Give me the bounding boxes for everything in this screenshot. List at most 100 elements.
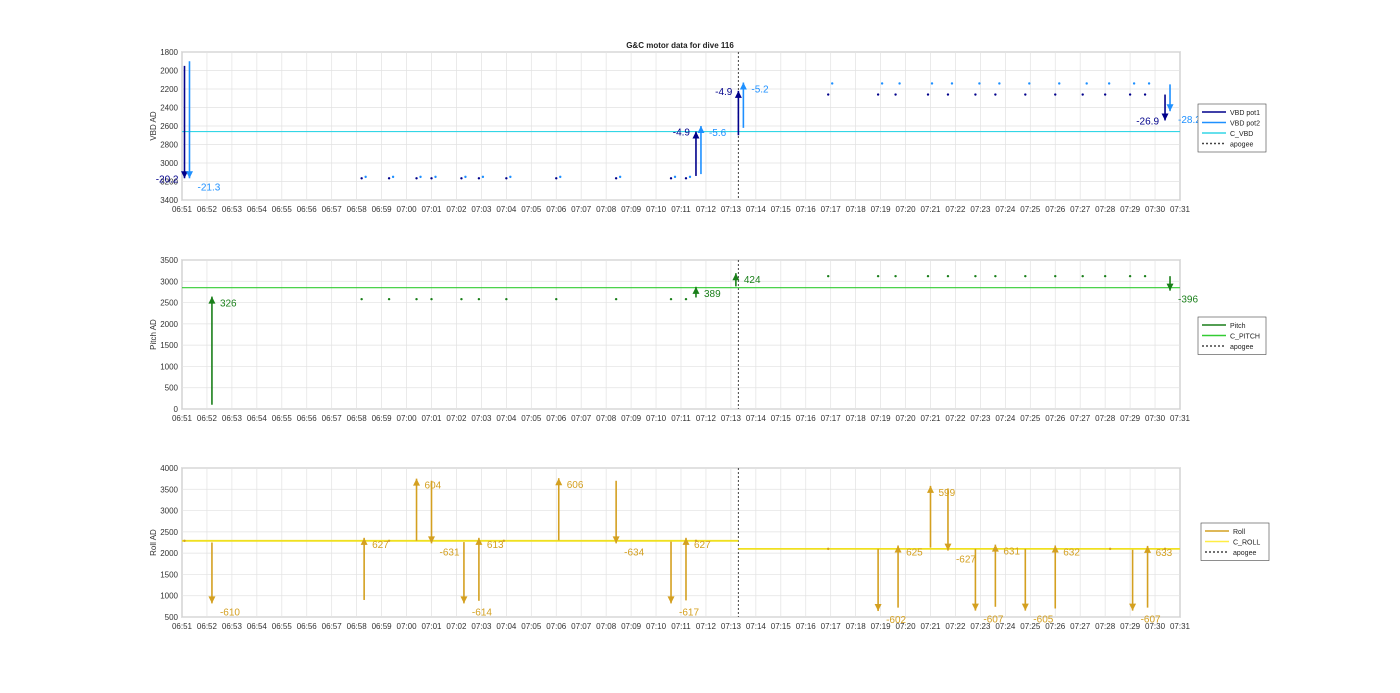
y-tick-label: 3000 — [160, 507, 178, 516]
x-tick-label: 07:16 — [796, 414, 817, 423]
x-tick-label: 07:03 — [471, 414, 492, 423]
x-tick-label: 07:21 — [920, 414, 941, 423]
y-tick-label: 2000 — [160, 67, 178, 76]
data-point — [946, 274, 950, 278]
x-tick-label: 06:52 — [197, 205, 218, 214]
annotation-label: 326 — [220, 299, 237, 310]
data-point — [555, 297, 558, 301]
x-tick-label: 06:58 — [347, 622, 368, 631]
data-point — [460, 177, 463, 180]
x-tick-label: 07:11 — [671, 414, 691, 423]
data-point — [1128, 274, 1132, 278]
data-point — [509, 175, 512, 179]
data-point — [684, 297, 688, 301]
legend-label: C_VBD — [1230, 131, 1253, 138]
x-tick-label: 07:29 — [1120, 622, 1141, 631]
legend-label: VBD pot1 — [1230, 110, 1260, 117]
x-tick-label: 07:19 — [871, 205, 892, 214]
data-point — [946, 93, 950, 96]
data-point — [827, 274, 830, 278]
y-tick-label: 3000 — [160, 277, 178, 286]
annotation-label: -610 — [220, 607, 240, 618]
data-point — [505, 297, 508, 301]
x-tick-label: 06:58 — [347, 414, 368, 423]
x-tick-label: 07:20 — [896, 205, 917, 214]
x-tick-label: 07:30 — [1145, 205, 1166, 214]
y-tick-label: 1000 — [160, 592, 178, 601]
x-tick-label: 06:52 — [197, 414, 218, 423]
data-point — [460, 297, 463, 301]
x-tick-label: 07:09 — [621, 414, 642, 423]
x-tick-label: 07:31 — [1170, 414, 1191, 423]
data-point — [387, 297, 391, 301]
data-point — [477, 297, 481, 301]
data-point — [1024, 274, 1027, 278]
x-tick-label: 07:28 — [1095, 205, 1116, 214]
y-tick-label: 3000 — [160, 159, 178, 168]
x-tick-label: 07:11 — [671, 205, 691, 214]
annotation-label: 631 — [1003, 547, 1020, 558]
x-tick-label: 07:13 — [721, 205, 742, 214]
x-tick-label: 06:54 — [247, 622, 268, 631]
x-tick-label: 07:18 — [846, 414, 867, 423]
y-tick-label: 1500 — [160, 341, 178, 350]
x-tick-label: 07:01 — [421, 622, 442, 631]
x-tick-label: 07:28 — [1095, 414, 1116, 423]
x-tick-label: 07:27 — [1070, 622, 1091, 631]
x-tick-label: 07:12 — [696, 622, 717, 631]
x-tick-label: 07:18 — [846, 205, 867, 214]
data-point — [364, 175, 367, 179]
data-point — [1081, 274, 1084, 278]
annotation-label: -396 — [1178, 295, 1198, 306]
x-tick-label: 07:00 — [397, 205, 418, 214]
x-tick-label: 07:17 — [821, 205, 842, 214]
x-tick-label: 06:59 — [372, 622, 393, 631]
y-axis-label: Roll AD — [149, 529, 158, 556]
data-point — [430, 297, 433, 301]
data-point — [618, 175, 622, 179]
annotation-label: 633 — [1156, 548, 1173, 559]
x-tick-label: 07:22 — [945, 205, 966, 214]
x-tick-label: 07:16 — [796, 622, 817, 631]
x-tick-label: 07:14 — [746, 205, 767, 214]
data-point — [1143, 93, 1147, 96]
x-tick-label: 07:17 — [821, 622, 842, 631]
data-point — [1024, 93, 1027, 96]
legend-label: C_PITCH — [1230, 334, 1260, 341]
x-tick-label: 06:57 — [322, 414, 343, 423]
x-tick-label: 06:53 — [222, 622, 243, 631]
y-tick-label: 3500 — [160, 485, 178, 494]
x-tick-label: 07:10 — [646, 414, 667, 423]
legend-label: VBD pot2 — [1230, 121, 1260, 128]
y-tick-label: 500 — [165, 613, 179, 622]
x-tick-label: 07:07 — [571, 414, 592, 423]
x-tick-label: 07:25 — [1020, 205, 1041, 214]
data-point — [880, 82, 884, 85]
x-tick-label: 07:14 — [746, 622, 767, 631]
x-tick-label: 07:08 — [596, 414, 617, 423]
data-point — [183, 539, 186, 542]
x-tick-label: 07:08 — [596, 205, 617, 214]
x-tick-label: 07:18 — [846, 622, 867, 631]
x-tick-label: 07:06 — [546, 205, 567, 214]
data-point — [1128, 93, 1132, 96]
legend-label: apogee — [1230, 142, 1253, 149]
x-tick-label: 07:25 — [1020, 414, 1041, 423]
x-tick-label: 07:02 — [446, 205, 467, 214]
data-point — [876, 274, 880, 278]
x-tick-label: 07:16 — [796, 205, 817, 214]
data-point — [1028, 82, 1031, 85]
data-point — [559, 175, 562, 179]
y-tick-label: 2200 — [160, 85, 178, 94]
data-point — [978, 82, 981, 85]
x-tick-label: 07:05 — [521, 414, 542, 423]
data-point — [505, 177, 508, 180]
x-tick-label: 07:17 — [821, 414, 842, 423]
data-point — [360, 177, 363, 180]
x-tick-label: 07:15 — [771, 622, 792, 631]
x-tick-label: 07:06 — [546, 622, 567, 631]
x-tick-label: 07:04 — [496, 205, 517, 214]
data-point — [477, 177, 481, 180]
data-point — [555, 177, 558, 180]
x-tick-label: 07:26 — [1045, 205, 1066, 214]
